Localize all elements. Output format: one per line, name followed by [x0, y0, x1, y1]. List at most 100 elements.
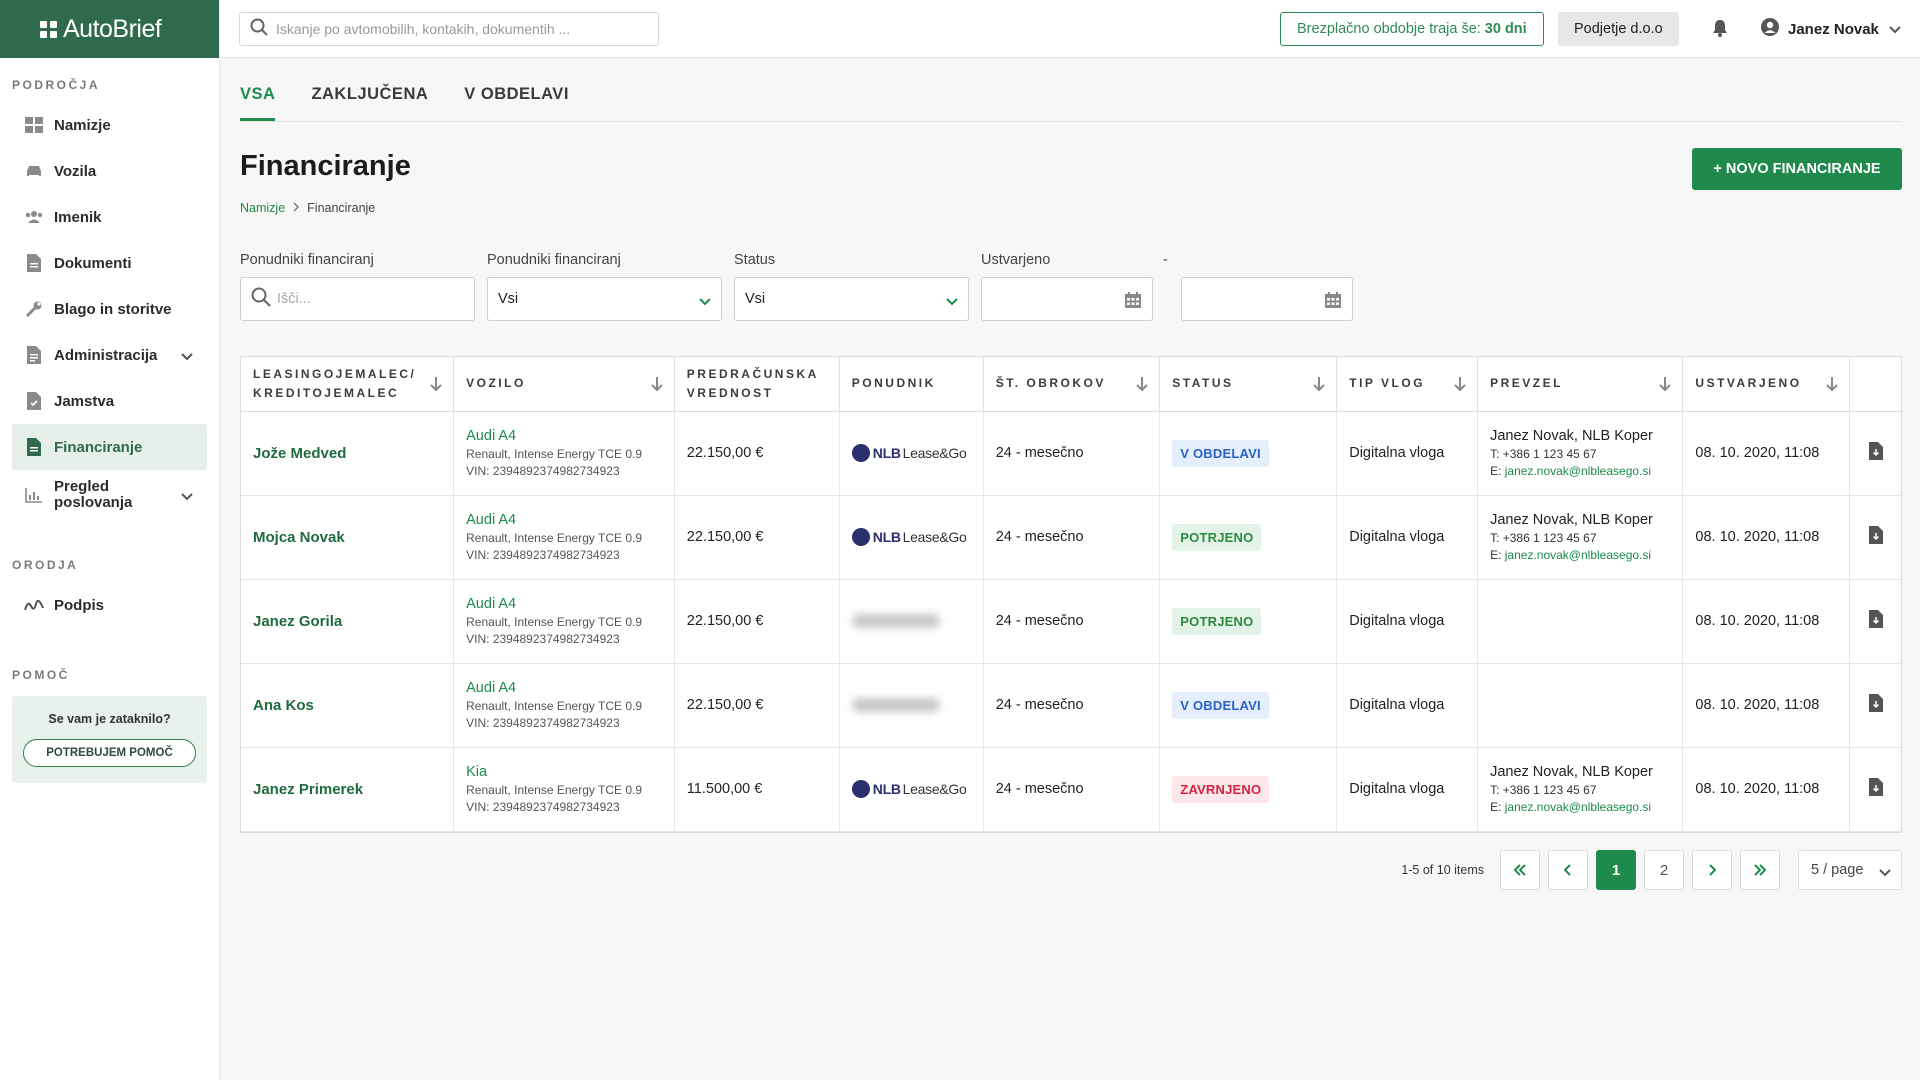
sort-arrow-icon[interactable]	[650, 376, 664, 398]
table-row[interactable]: Janez Gorila Audi A4 Renault, Intense En…	[241, 579, 1903, 664]
file-download-icon[interactable]	[1869, 610, 1884, 632]
sidebar-item-vozila[interactable]: Vozila	[12, 148, 207, 194]
file-download-icon[interactable]	[1869, 442, 1884, 464]
filter-bar: Ponudniki financiranj Išči... Ponudniki …	[240, 252, 1902, 332]
breadcrumb-link[interactable]: Namizje	[240, 201, 285, 215]
table-header-row: LEASINGOJEMALEC/ KREDITOJEMALEC VOZILO P…	[241, 357, 1903, 412]
tab-vsa[interactable]: VSA	[240, 85, 276, 121]
sidebar-item-dokumenti[interactable]: Dokumenti	[12, 240, 207, 286]
sidebar-item-administracija[interactable]: Administracija	[12, 332, 207, 378]
sidebar-item-namizje[interactable]: Namizje	[12, 102, 207, 148]
company-switcher[interactable]: Podjetje d.o.o	[1558, 12, 1679, 46]
sidebar-item-financiranje[interactable]: Financiranje	[12, 424, 207, 470]
taken-by-phone: T: +386 1 123 45 67	[1490, 531, 1597, 545]
status-select[interactable]: Vsi	[734, 277, 969, 321]
column-header[interactable]: STATUS	[1159, 357, 1338, 412]
sort-arrow-icon[interactable]	[1658, 376, 1672, 398]
nlb-logo-icon	[851, 780, 870, 798]
column-header[interactable]: VOZILO	[453, 357, 675, 412]
client-name[interactable]: Janez Primerek	[241, 747, 455, 832]
sidebar-item-blago[interactable]: Blago in storitve	[12, 286, 207, 332]
signature-icon	[24, 595, 44, 615]
sort-arrow-icon[interactable]	[1312, 376, 1326, 398]
sidebar-item-label: Podpis	[54, 596, 105, 614]
actions-cell	[1849, 579, 1903, 664]
vehicle-model[interactable]: Audi A4	[466, 428, 662, 444]
column-header[interactable]: LEASINGOJEMALEC/ KREDITOJEMALEC	[241, 357, 455, 412]
page-size-select[interactable]: 5 / page	[1798, 850, 1902, 890]
sort-arrow-icon[interactable]	[429, 376, 443, 398]
column-header: PREDRAČUNSKA VREDNOST	[674, 357, 840, 412]
created-cell: 08. 10. 2020, 11:08	[1682, 747, 1850, 832]
provider-cell: NLB Lease&Go	[839, 495, 984, 580]
global-search[interactable]	[239, 12, 659, 46]
tab-v-obdelavi[interactable]: V OBDELAVI	[464, 85, 569, 121]
vehicle-desc: Renault, Intense Energy TCE 0.9	[466, 447, 643, 461]
vehicle-model[interactable]: Kia	[466, 764, 662, 780]
client-name[interactable]: Jože Medved	[241, 411, 455, 496]
column-header[interactable]: ŠT. OBROKOV	[983, 357, 1161, 412]
taken-by-email[interactable]: janez.novak@nlbleasego.si	[1505, 800, 1651, 814]
provider-search-field[interactable]: Išči...	[240, 277, 475, 321]
column-header[interactable]: USTVARJENO	[1682, 357, 1850, 412]
provider-select[interactable]: Vsi	[487, 277, 722, 321]
client-name[interactable]: Mojca Novak	[241, 495, 455, 580]
page-button-1[interactable]: 1	[1596, 850, 1636, 890]
user-menu[interactable]: Janez Novak	[1760, 17, 1901, 41]
document-icon	[24, 253, 44, 273]
sort-arrow-icon[interactable]	[1135, 376, 1149, 398]
vehicle-cell: Kia Renault, Intense Energy TCE 0.9 VIN:…	[453, 747, 675, 832]
status-badge: V OBDELAVI	[1172, 439, 1269, 467]
client-name[interactable]: Ana Kos	[241, 663, 455, 748]
sidebar-item-podpis[interactable]: Podpis	[12, 582, 207, 628]
trial-banner[interactable]: Brezplačno obdobje traja še: 30 dni	[1280, 12, 1544, 46]
vehicle-cell: Audi A4 Renault, Intense Energy TCE 0.9 …	[453, 663, 675, 748]
taken-by-cell	[1477, 663, 1684, 748]
file-download-icon[interactable]	[1869, 778, 1884, 800]
taken-by-email[interactable]: janez.novak@nlbleasego.si	[1505, 464, 1651, 478]
sort-arrow-icon[interactable]	[1453, 376, 1467, 398]
provider-name: NLB	[872, 445, 901, 461]
sidebar-item-jamstva[interactable]: Jamstva	[12, 378, 207, 424]
sidebar-item-pregled[interactable]: Pregled poslovanja	[12, 470, 207, 520]
search-icon	[250, 18, 268, 40]
last-page-button[interactable]	[1740, 850, 1780, 890]
next-page-button[interactable]	[1692, 850, 1732, 890]
nlb-logo: NLB Lease&Go	[851, 780, 971, 798]
column-header[interactable]: PREVZEL	[1477, 357, 1684, 412]
created-from-field[interactable]	[981, 277, 1153, 321]
status-cell: POTRJENO	[1159, 495, 1338, 580]
sidebar-item-imenik[interactable]: Imenik	[12, 194, 207, 240]
taken-by-cell: Janez Novak, NLB Koper T: +386 1 123 45 …	[1477, 747, 1684, 832]
type-cell: Digitalna vloga	[1336, 495, 1479, 580]
bell-icon[interactable]	[1712, 19, 1728, 41]
client-name[interactable]: Janez Gorila	[241, 579, 455, 664]
contacts-icon	[24, 207, 44, 227]
column-header[interactable]: TIP VLOG	[1336, 357, 1479, 412]
file-download-icon[interactable]	[1869, 526, 1884, 548]
table-row[interactable]: Janez Primerek Kia Renault, Intense Ener…	[241, 747, 1903, 832]
vehicle-model[interactable]: Audi A4	[466, 512, 662, 528]
vehicle-model[interactable]: Audi A4	[466, 680, 662, 696]
provider-tag: Lease&Go	[902, 781, 967, 797]
first-page-button[interactable]	[1500, 850, 1540, 890]
sort-arrow-icon[interactable]	[1825, 376, 1839, 398]
table-row[interactable]: Jože Medved Audi A4 Renault, Intense Ene…	[241, 411, 1903, 496]
table-row[interactable]: Ana Kos Audi A4 Renault, Intense Energy …	[241, 663, 1903, 748]
help-button[interactable]: POTREBUJEM POMOČ	[23, 739, 196, 767]
search-input[interactable]	[276, 21, 636, 37]
type-cell: Digitalna vloga	[1336, 663, 1479, 748]
page-button-2[interactable]: 2	[1644, 850, 1684, 890]
tab-zakljucena[interactable]: ZAKLJUČENA	[311, 85, 428, 121]
vehicle-model[interactable]: Audi A4	[466, 596, 662, 612]
sidebar-item-label: Financiranje	[54, 438, 143, 456]
file-download-icon[interactable]	[1869, 694, 1884, 716]
taken-by-email[interactable]: janez.novak@nlbleasego.si	[1505, 548, 1651, 562]
table-row[interactable]: Mojca Novak Audi A4 Renault, Intense Ene…	[241, 495, 1903, 580]
value-cell: 11.500,00 €	[674, 747, 840, 832]
app-logo[interactable]: AutoBrief	[0, 0, 219, 58]
created-to-field[interactable]	[1181, 277, 1353, 321]
prev-page-button[interactable]	[1548, 850, 1588, 890]
wrench-icon	[24, 299, 44, 319]
new-financing-button[interactable]: + NOVO FINANCIRANJE	[1692, 148, 1902, 190]
